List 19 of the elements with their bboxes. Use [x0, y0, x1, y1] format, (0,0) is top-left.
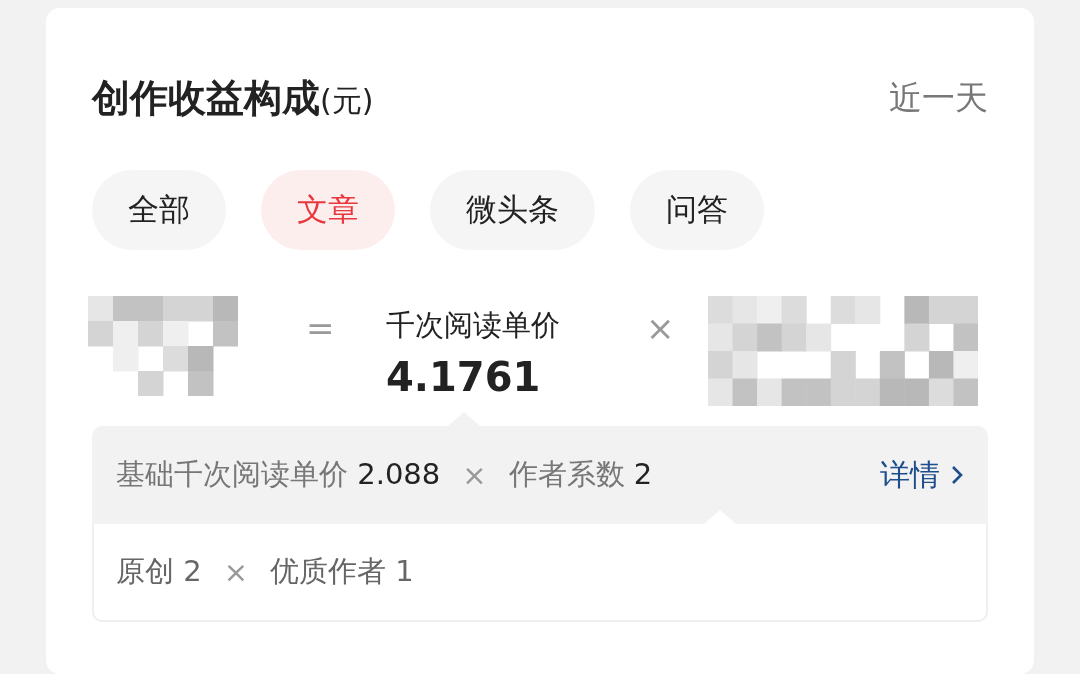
- factor-text: 优质作者 1: [270, 553, 414, 590]
- tab[interactable]: 全部: [92, 170, 226, 250]
- factor-text: 作者系数 2: [508, 456, 653, 493]
- card-title: 创作收益构成: [92, 75, 320, 120]
- formula-value: 4.1761: [386, 354, 542, 400]
- period-selector[interactable]: 近一天: [889, 75, 988, 121]
- times-sign: ×: [646, 308, 676, 348]
- unit-label: (元): [320, 82, 374, 118]
- tab[interactable]: 问答: [630, 170, 764, 250]
- tab[interactable]: 微头条: [430, 170, 595, 250]
- details-link[interactable]: 详情: [880, 454, 964, 496]
- equals-sign: =: [306, 308, 336, 348]
- times-sign: ×: [223, 555, 248, 589]
- factor-text: 原创 2: [116, 553, 202, 590]
- tab[interactable]: 文章: [261, 170, 395, 250]
- factor-text: 基础千次阅读单价 2.088: [116, 456, 441, 493]
- formula-label: 千次阅读单价: [386, 307, 561, 344]
- chevron-icon: [950, 464, 964, 486]
- times-sign: ×: [462, 458, 487, 492]
